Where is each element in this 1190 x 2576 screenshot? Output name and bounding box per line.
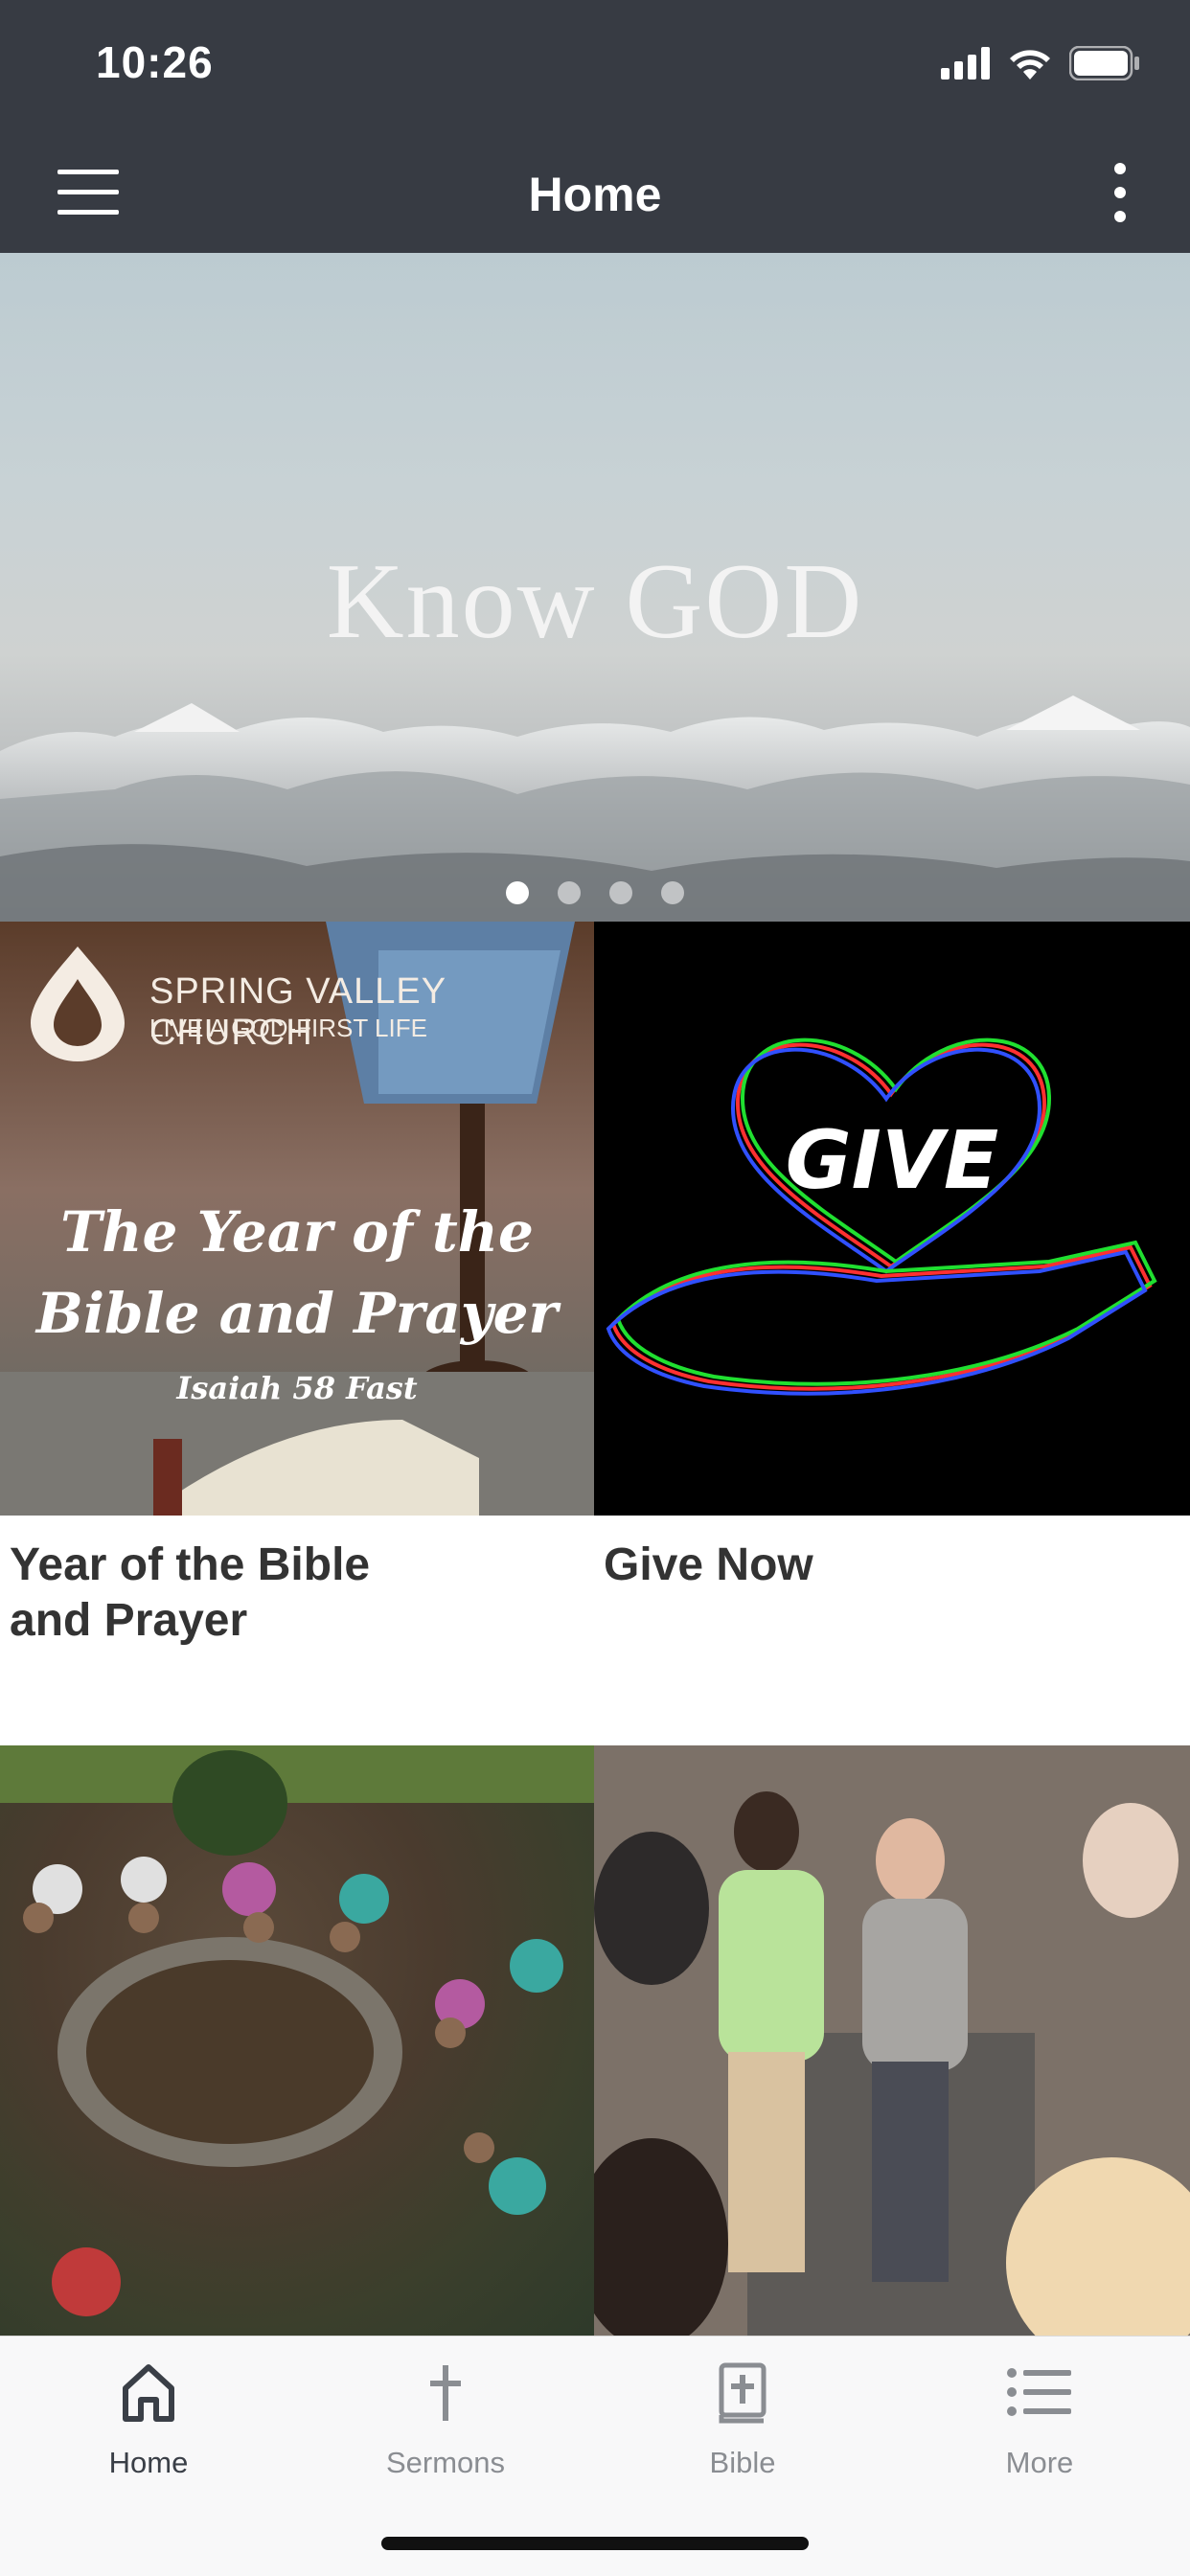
fire-pit-photo: [0, 1745, 594, 2316]
prayer-circle-photo: [594, 1745, 1190, 2336]
give-word: GIVE: [785, 1113, 999, 1207]
tile-year-of-bible-image[interactable]: SPRING VALLEY CHURCH LIVE A GOD-FIRST LI…: [0, 922, 594, 1516]
carousel-pager[interactable]: [0, 881, 1190, 904]
tab-home[interactable]: Home: [0, 2337, 297, 2509]
pager-dot[interactable]: [661, 881, 684, 904]
home-icon: [123, 2364, 174, 2422]
church-logo-icon: [31, 946, 125, 1061]
tile-give-now-label[interactable]: Give Now: [604, 1538, 1140, 1593]
tab-more[interactable]: More: [891, 2337, 1188, 2509]
signal-icon: [941, 47, 990, 80]
status-icons: [941, 46, 1140, 80]
heart-hand-image: [606, 1037, 1157, 1396]
tab-sermons-label: Sermons: [385, 2446, 506, 2479]
pager-dot[interactable]: [609, 881, 632, 904]
nav-bar: Home: [0, 132, 1190, 253]
page-title: Home: [528, 168, 662, 221]
cross-icon: [430, 2365, 461, 2421]
list-icon: [1007, 2368, 1071, 2416]
home-indicator[interactable]: [381, 2537, 809, 2550]
tile-headline-line2: Bible and Prayer: [35, 1281, 559, 1346]
more-vertical-icon: [1114, 163, 1126, 222]
tab-bible[interactable]: Bible: [594, 2337, 891, 2509]
overflow-menu-button[interactable]: [1110, 161, 1131, 224]
pager-dot[interactable]: [558, 881, 581, 904]
status-bar: 10:26: [0, 0, 1190, 132]
status-time: 10:26: [96, 37, 214, 87]
tab-bible-label: Bible: [709, 2446, 776, 2479]
tile-headline-line1: The Year of the: [60, 1199, 534, 1265]
wifi-icon: [1010, 50, 1050, 80]
hero-title: Know GOD: [326, 542, 864, 661]
tile-fire-pit-image[interactable]: [0, 1745, 594, 2336]
battery-icon: [1069, 46, 1139, 80]
tab-more-label: More: [1005, 2446, 1074, 2479]
tile-give-image[interactable]: GIVE: [594, 922, 1190, 1516]
bible-icon: [719, 2362, 767, 2424]
tile-prayer-circle-image[interactable]: [594, 1745, 1190, 2336]
tile-subtitle: Isaiah 58 Fast: [176, 1370, 418, 1406]
church-tagline: LIVE A GOD-FIRST LIFE: [149, 1014, 427, 1042]
pager-dot[interactable]: [506, 881, 529, 904]
hero-carousel[interactable]: Know GOD: [0, 253, 1190, 922]
tile-year-of-bible-label[interactable]: Year of the Bible and Prayer: [10, 1538, 412, 1649]
tab-sermons[interactable]: Sermons: [297, 2337, 594, 2509]
tab-home-label: Home: [108, 2446, 189, 2479]
